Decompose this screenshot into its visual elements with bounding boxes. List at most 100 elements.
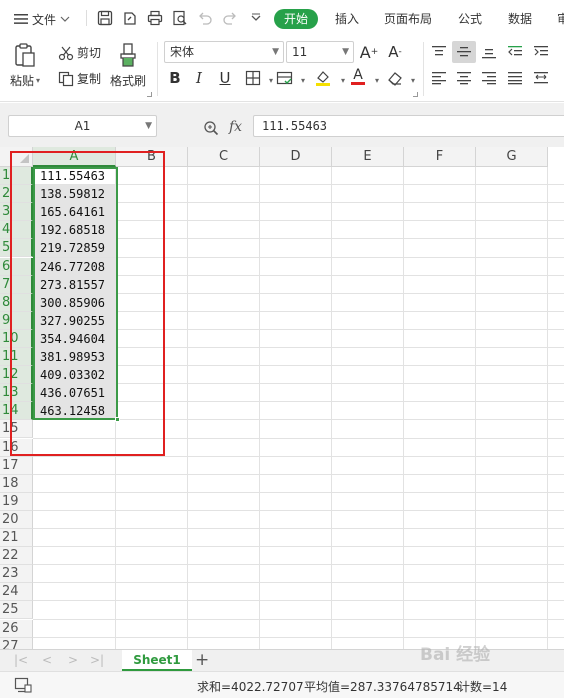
cell-a14[interactable]: 463.12458 [34,402,116,421]
row-header-3[interactable]: 3 [0,203,33,222]
increase-indent-icon[interactable] [532,43,550,61]
fx-icon[interactable]: fx [229,119,242,135]
row-header-23[interactable]: 23 [0,565,33,584]
row-header-16[interactable]: 16 [0,438,33,457]
macro-record-icon[interactable] [14,677,32,696]
align-middle-icon[interactable] [452,41,476,63]
column-header-a[interactable]: A [33,147,116,167]
cell-a11[interactable]: 381.98953 [34,348,116,366]
spreadsheet-grid[interactable]: A B C D E F G 1 2 3 4 5 6 7 8 9 10 11 12 13 14 15 16 17 18 19 20 21… [0,147,564,649]
underline-icon[interactable]: U [216,69,234,87]
tab-formulas[interactable]: 公式 [457,9,483,29]
clear-format-icon[interactable] [386,69,404,87]
align-left-icon[interactable] [430,69,448,87]
column-header-g[interactable]: G [476,147,548,167]
column-header-c[interactable]: C [188,147,260,167]
copy-button[interactable]: 复制 [58,70,101,87]
row-header-15[interactable]: 15 [0,420,33,439]
zoom-icon[interactable] [203,120,219,139]
last-sheet-icon[interactable]: >| [90,653,104,667]
row-header-25[interactable]: 25 [0,601,33,620]
sheet-tab-sheet1[interactable]: Sheet1 [122,650,192,671]
row-header-17[interactable]: 17 [0,456,33,475]
row-header-21[interactable]: 21 [0,529,33,547]
undo-icon[interactable] [195,8,215,28]
decrease-font-icon[interactable]: A- [386,43,404,61]
chevron-down-icon[interactable]: ▾ [368,71,386,89]
italic-icon[interactable]: I [190,69,208,87]
row-header-18[interactable]: 18 [0,474,33,493]
row-header-19[interactable]: 19 [0,492,33,511]
column-header-d[interactable]: D [260,147,332,167]
column-header-b[interactable]: B [116,147,188,167]
distributed-align-icon[interactable] [532,69,550,87]
formula-input[interactable]: 111.55463 [253,115,564,137]
tab-data[interactable]: 数据 [507,9,533,29]
row-header-1[interactable]: 1 [0,167,33,185]
next-sheet-icon[interactable]: > [68,653,78,667]
cell-a8[interactable]: 300.85906 [34,293,116,312]
row-header-10[interactable]: 10 [0,329,33,348]
paste-button[interactable]: 粘贴 ▾ [10,42,40,89]
cell-a5[interactable]: 219.72859 [34,239,116,258]
add-sheet-button[interactable]: + [195,650,209,670]
tab-insert[interactable]: 插入 [334,9,360,29]
justify-icon[interactable] [506,69,524,87]
font-dialog-launcher[interactable] [413,92,418,97]
bold-icon[interactable]: B [166,69,184,87]
name-box[interactable]: A1 ▼ [8,115,157,137]
chevron-down-icon[interactable]: ▾ [294,71,312,89]
align-bottom-icon[interactable] [480,43,498,61]
row-header-5[interactable]: 5 [0,239,33,258]
quick-access-dropdown-icon[interactable] [246,8,266,28]
row-header-4[interactable]: 4 [0,221,33,240]
row-header-22[interactable]: 22 [0,547,33,566]
file-menu[interactable]: 文件 [14,10,70,28]
increase-font-icon[interactable]: A + [360,43,379,62]
prev-sheet-icon[interactable]: < [42,653,52,667]
cell-a12[interactable]: 409.03302 [34,366,116,385]
cell-a7[interactable]: 273.81557 [34,275,116,294]
row-header-11[interactable]: 11 [0,348,33,366]
row-header-27[interactable]: 27 [0,637,33,649]
export-icon[interactable] [120,8,140,28]
save-icon[interactable] [95,8,115,28]
row-header-9[interactable]: 9 [0,311,33,330]
font-size-select[interactable]: 11 ▼ [286,41,354,63]
redo-icon[interactable] [220,8,240,28]
row-header-7[interactable]: 7 [0,275,33,294]
row-header-8[interactable]: 8 [0,293,33,312]
row-header-20[interactable]: 20 [0,510,33,529]
font-name-select[interactable]: 宋体 ▼ [164,41,284,63]
row-header-2[interactable]: 2 [0,185,33,204]
font-color-icon[interactable]: A [349,67,367,85]
row-header-14[interactable]: 14 [0,402,33,421]
cell-a2[interactable]: 138.59812 [34,185,116,204]
tab-review[interactable]: 审 [556,9,564,29]
cell-a13[interactable]: 436.07651 [34,384,116,403]
first-sheet-icon[interactable]: |< [14,653,28,667]
chevron-down-icon[interactable]: ▾ [404,71,422,89]
cell-a6[interactable]: 246.77208 [34,257,116,276]
align-right-icon[interactable] [480,69,498,87]
row-header-24[interactable]: 24 [0,583,33,602]
column-header-f[interactable]: F [404,147,476,167]
cell-a4[interactable]: 192.68518 [34,221,116,240]
clipboard-dialog-launcher[interactable] [147,92,152,97]
print-preview-icon[interactable] [170,8,190,28]
select-all-corner[interactable] [0,147,33,167]
decrease-indent-icon[interactable] [506,43,524,61]
tab-page-layout[interactable]: 页面布局 [383,9,433,29]
border-icon[interactable] [244,69,262,87]
fill-handle[interactable] [115,417,120,422]
cut-button[interactable]: 剪切 [58,44,101,61]
cell-a3[interactable]: 165.64161 [34,203,116,222]
row-header-6[interactable]: 6 [0,257,33,276]
cell-a9[interactable]: 327.90255 [34,311,116,330]
tab-home[interactable]: 开始 [274,9,318,29]
row-header-13[interactable]: 13 [0,384,33,403]
align-top-icon[interactable] [430,43,448,61]
print-icon[interactable] [145,8,165,28]
row-header-12[interactable]: 12 [0,366,33,385]
cell-a10[interactable]: 354.94604 [34,329,116,348]
